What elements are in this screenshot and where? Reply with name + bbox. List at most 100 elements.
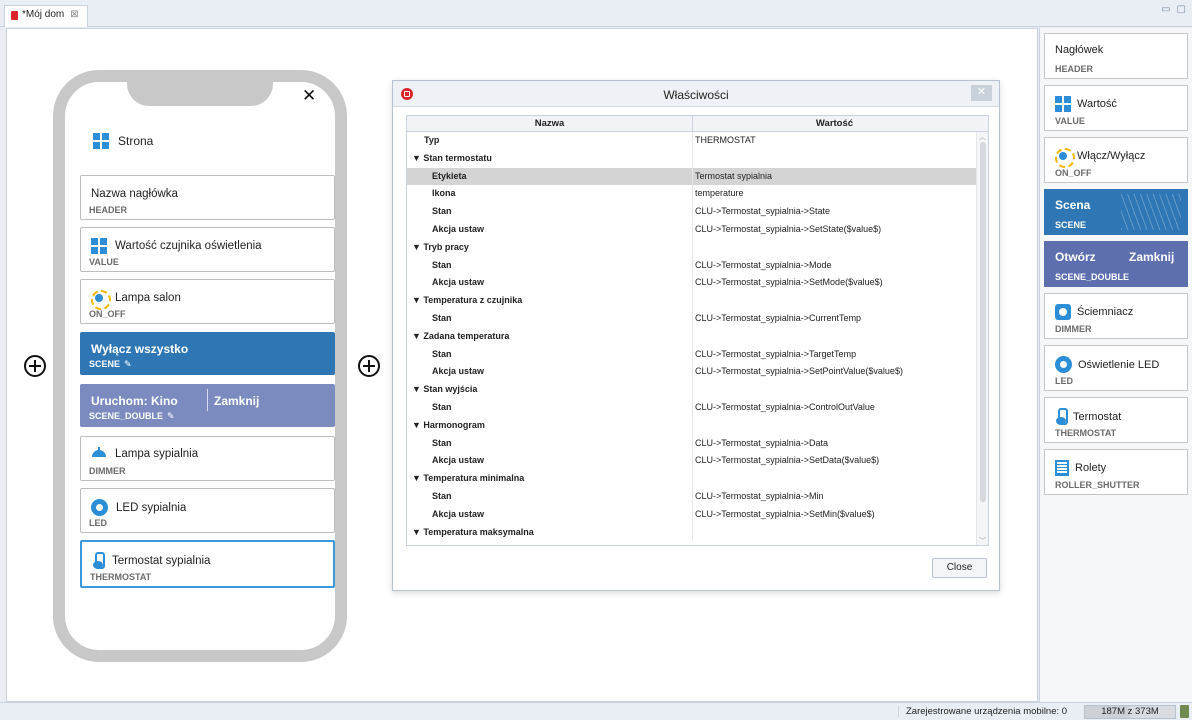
property-value[interactable]: CLU->Termostat_sypialnia->ControlOutValu… (693, 399, 976, 417)
palette-item-scene-double[interactable]: Otwórz Zamknij SCENE_DOUBLE (1044, 241, 1188, 287)
tile-dimmer[interactable]: Lampa sypialnia DIMMER (80, 436, 335, 481)
tab-moj-dom[interactable]: *Mój dom ⊠ (4, 5, 88, 27)
palette-item-value[interactable]: Wartość VALUE (1044, 85, 1188, 131)
vertical-scrollbar[interactable]: ︿ ﹀ (976, 132, 988, 545)
property-name: Akcja ustaw (407, 220, 693, 239)
property-value[interactable]: CLU->Termostat_sypialnia->State (693, 203, 976, 221)
page-header[interactable]: Strona (93, 133, 153, 149)
minimize-icon[interactable]: ▭ (1161, 4, 1170, 15)
property-row[interactable]: Akcja ustaw CLU->Termostat_sypialnia->Set… (407, 274, 988, 293)
close-icon[interactable]: ✕ (302, 86, 316, 106)
property-category-row[interactable]: ▼ Tryb pracy (407, 238, 988, 257)
property-value[interactable]: CLU->Termostat_sypialnia->Data (693, 435, 976, 453)
palette-item-thermostat[interactable]: Termostat THERMOSTAT (1044, 397, 1188, 443)
tile-label: Lampa salon (115, 292, 181, 304)
property-row[interactable]: Stan CLU->Termostat_sypialnia->Mode (407, 256, 988, 275)
property-value[interactable] (693, 150, 976, 168)
dialog-close-icon[interactable]: ✕ (971, 85, 992, 101)
garbage-collect-icon[interactable] (1180, 705, 1189, 718)
property-name: ▼ Temperatura z czujnika (407, 292, 693, 310)
property-value[interactable]: CLU->Termostat_sypialnia->SetMin($value$… (693, 506, 976, 524)
property-row[interactable]: Stan CLU->Termostat_sypialnia->ControlOut… (407, 398, 988, 417)
tile-on-off[interactable]: Lampa salon ON_OFF (80, 279, 335, 324)
property-value[interactable]: temperature (693, 185, 976, 203)
scroll-thumb[interactable] (980, 142, 986, 502)
property-value[interactable] (693, 292, 976, 310)
property-value[interactable]: CLU->Termostat_sypialnia->SetMode($value… (693, 274, 976, 292)
palette-item-led[interactable]: Oświetlenie LED LED (1044, 345, 1188, 391)
tile-type: HEADER (89, 205, 128, 215)
property-category-row[interactable]: ▼ Temperatura minimalna (407, 470, 988, 488)
tile-header[interactable]: Nazwa nagłówka HEADER (80, 175, 335, 220)
property-value[interactable] (693, 470, 976, 488)
property-row[interactable]: Akcja ustaw CLU->Termostat_sypialnia->Set… (407, 363, 988, 382)
property-category-row[interactable]: ▼ Zadana temperatura (407, 327, 988, 346)
memory-indicator[interactable]: 187M z 373M (1084, 705, 1176, 719)
tab-close-icon[interactable]: ⊠ (70, 9, 78, 20)
tile-value[interactable]: Wartość czujnika oświetlenia VALUE (80, 227, 335, 272)
tile-scene-double[interactable]: Uruchom: Kino Zamknij SCENE_DOUBLE ✎ (80, 384, 335, 427)
property-row[interactable]: Stan CLU->Termostat_sypialnia->Min (407, 487, 988, 506)
property-name: Stan (407, 309, 693, 328)
palette-item-dimmer[interactable]: Ściemniacz DIMMER (1044, 293, 1188, 339)
property-row[interactable]: Ikona temperature (407, 185, 988, 204)
grid-body: Typ THERMOSTAT ▼ Stan termostatu Etykieta Te… (407, 132, 988, 542)
add-page-right-icon[interactable] (358, 355, 380, 377)
palette-label: Otwórz (1055, 250, 1096, 264)
widget-palette: Nagłówek HEADER Wartość VALUE Włącz/Wyłą… (1039, 28, 1192, 702)
tile-thermostat[interactable]: Termostat sypialnia THERMOSTAT (80, 540, 335, 588)
property-value[interactable] (693, 417, 976, 435)
palette-item-roller-shutter[interactable]: Rolety ROLLER_SHUTTER (1044, 449, 1188, 495)
scroll-down-icon[interactable]: ﹀ (979, 536, 986, 545)
dialog-title-bar[interactable]: Właściwości ✕ (393, 81, 999, 107)
property-row[interactable]: Akcja ustaw CLU->Termostat_sypialnia->Set… (407, 452, 988, 471)
property-category-row[interactable]: ▼ Temperatura z czujnika (407, 292, 988, 310)
property-value[interactable] (693, 239, 976, 257)
palette-type: ROLLER_SHUTTER (1055, 480, 1140, 490)
property-value[interactable]: THERMOSTAT (693, 132, 976, 150)
column-header-value[interactable]: Wartość (693, 116, 976, 131)
property-value[interactable]: CLU->Termostat_sypialnia->Min (693, 488, 976, 506)
tile-label: LED sypialnia (116, 501, 187, 514)
property-row[interactable]: Typ THERMOSTAT (407, 132, 988, 150)
close-button[interactable]: Close (932, 558, 987, 578)
palette-item-header[interactable]: Nagłówek HEADER (1044, 33, 1188, 79)
window-controls: ▭ ▢ (1161, 4, 1186, 15)
palette-label: Termostat (1073, 410, 1122, 423)
property-category-row[interactable]: ▼ Harmonogram (407, 416, 988, 435)
property-value[interactable]: CLU->Termostat_sypialnia->TargetTemp (693, 346, 976, 364)
property-category-row[interactable]: ▼ Stan wyjścia (407, 381, 988, 399)
property-category-row[interactable]: ▼ Stan termostatu (407, 149, 988, 168)
tile-scene[interactable]: Wyłącz wszystko SCENE ✎ (80, 332, 335, 375)
property-category-row[interactable]: ▼ Temperatura maksymalna (407, 523, 988, 542)
column-header-name[interactable]: Nazwa (407, 116, 693, 131)
bulb-icon (1055, 148, 1075, 168)
property-value[interactable]: CLU->Termostat_sypialnia->CurrentTemp (693, 310, 976, 328)
property-value[interactable]: CLU->Termostat_sypialnia->Mode (693, 257, 976, 275)
property-row[interactable]: Stan CLU->Termostat_sypialnia->CurrentTem… (407, 309, 988, 328)
property-value[interactable]: CLU->Termostat_sypialnia->SetState($valu… (693, 221, 976, 239)
property-value[interactable] (693, 381, 976, 399)
property-name: ▼ Stan wyjścia (407, 381, 693, 399)
scroll-up-icon[interactable]: ︿ (979, 132, 986, 142)
add-page-left-icon[interactable] (24, 355, 46, 377)
property-value[interactable] (693, 524, 976, 542)
property-value[interactable]: CLU->Termostat_sypialnia->SetPointValue(… (693, 363, 976, 381)
property-value[interactable] (693, 328, 976, 346)
property-row[interactable]: Stan CLU->Termostat_sypialnia->State (407, 203, 988, 221)
palette-item-scene[interactable]: Scena SCENE (1044, 189, 1188, 235)
property-row[interactable]: Etykieta Termostat sypialnia (407, 167, 988, 186)
property-row[interactable]: Akcja ustaw CLU->Termostat_sypialnia->Set… (407, 505, 988, 524)
property-value[interactable]: CLU->Termostat_sypialnia->SetData($value… (693, 452, 976, 470)
tile-led[interactable]: LED sypialnia LED (80, 488, 335, 533)
palette-item-on-off[interactable]: Włącz/Wyłącz ON_OFF (1044, 137, 1188, 183)
property-name: ▼ Temperatura maksymalna (407, 523, 693, 542)
property-row[interactable]: Stan CLU->Termostat_sypialnia->TargetTemp (407, 345, 988, 364)
tile-type: ON_OFF (89, 309, 126, 319)
maximize-icon[interactable]: ▢ (1177, 4, 1186, 15)
property-row[interactable]: Akcja ustaw CLU->Termostat_sypialnia->Set… (407, 220, 988, 239)
tile-label: Uruchom: Kino (91, 394, 178, 408)
property-row[interactable]: Stan CLU->Termostat_sypialnia->Data (407, 434, 988, 453)
property-name: ▼ Stan termostatu (407, 149, 693, 168)
property-value[interactable]: Termostat sypialnia (693, 168, 976, 186)
